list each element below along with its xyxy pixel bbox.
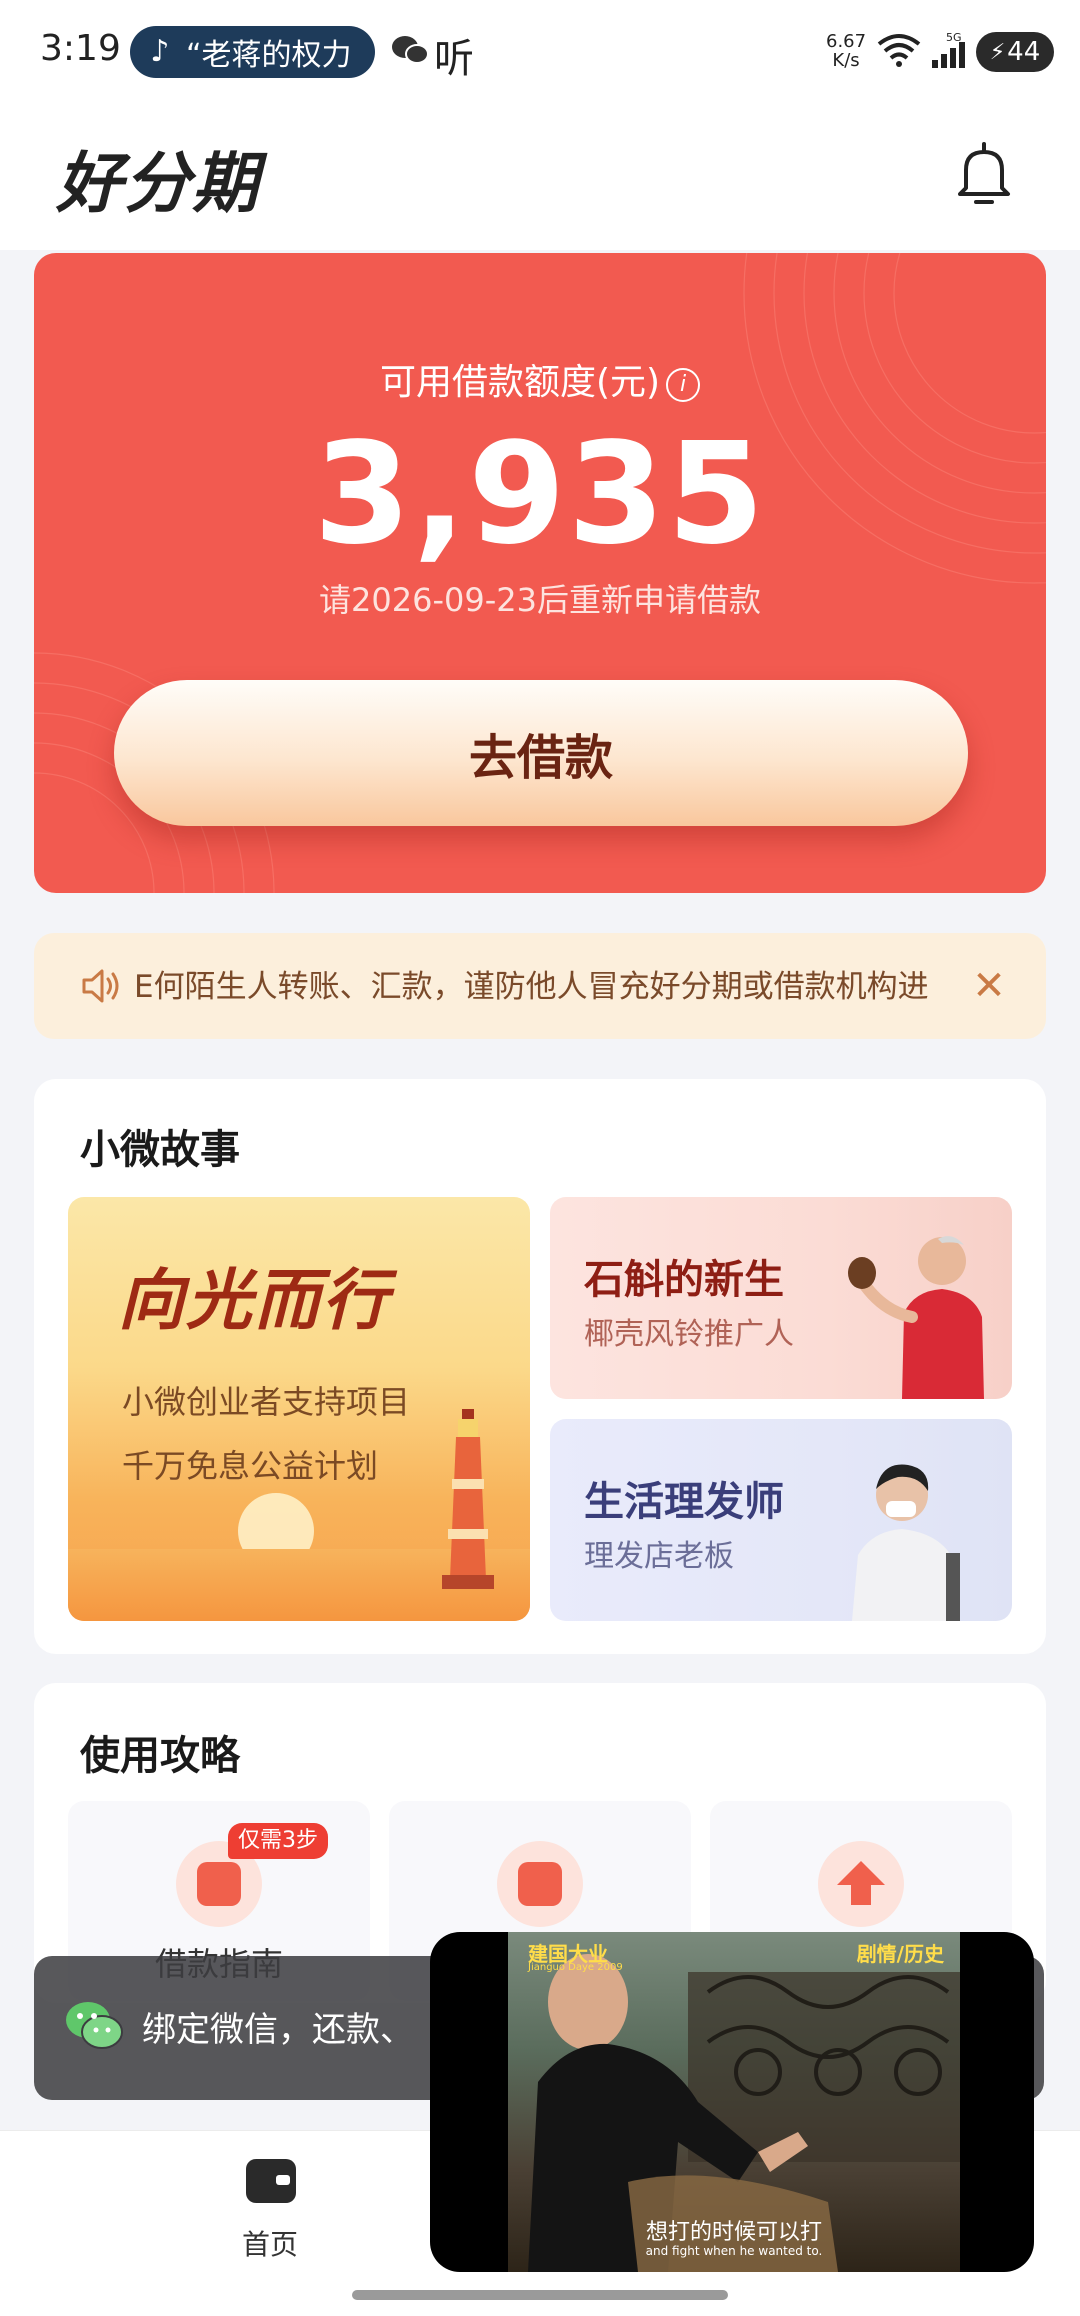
story-subtitle: 理发店老板 bbox=[584, 1539, 734, 1574]
fraud-notice-banner: E何陌生人转账、汇款，谨防他人冒充好分期或借款机构进 ✕ bbox=[34, 933, 1046, 1039]
video-subtitle-cn: 想打的时候可以打 bbox=[645, 2220, 822, 2245]
story-title: 生活理发师 bbox=[584, 1479, 784, 1525]
wechat-icon bbox=[392, 36, 429, 64]
person-photo bbox=[848, 1236, 984, 1399]
arrow-up-icon bbox=[818, 1841, 904, 1927]
story-card-main[interactable]: 向光而行 小微创业者支持项目 千万免息公益计划 bbox=[68, 1197, 530, 1621]
story-subtitle: 椰壳风铃推广人 bbox=[584, 1317, 794, 1352]
info-icon[interactable]: i bbox=[666, 368, 701, 402]
reapply-note: 请2026-09-23后重新申请借款 bbox=[319, 581, 761, 619]
story-card-dendrobium[interactable]: 石斛的新生 椰壳风铃推广人 bbox=[550, 1197, 1012, 1399]
charging-icon: ⚡ bbox=[989, 39, 1006, 65]
section-title: 使用攻略 bbox=[80, 1733, 240, 1779]
video-subtitle-en: and fight when he wanted to. bbox=[645, 2244, 823, 2258]
borrow-button[interactable]: 去借款 bbox=[114, 680, 968, 826]
credit-amount: 3,935 bbox=[313, 413, 767, 576]
listen-app-label: 听 bbox=[434, 36, 474, 82]
close-icon[interactable]: ✕ bbox=[964, 961, 1014, 1011]
battery-indicator: ⚡ 44 bbox=[976, 32, 1054, 72]
wallet-icon bbox=[497, 1841, 583, 1927]
bell-icon[interactable] bbox=[954, 140, 1014, 208]
app-logo: 好分期 bbox=[56, 144, 260, 222]
wallet-home-icon[interactable] bbox=[246, 2159, 296, 2203]
notification-text: “老蒋的权力 bbox=[186, 38, 352, 73]
story-main-line2: 千万免息公益计划 bbox=[122, 1447, 379, 1485]
battery-level: 44 bbox=[1007, 37, 1041, 67]
video-frame[interactable]: 建国大业 Jianguo Daye 2009 剧情/历史 想打的时候可以打 an… bbox=[508, 1932, 960, 2272]
tiktok-notification-pill[interactable]: ♪ “老蒋的权力 bbox=[130, 26, 375, 78]
credit-card: 可用借款额度(元) i 3,935 请2026-09-23后重新申请借款 去借款 bbox=[34, 253, 1046, 893]
story-title: 石斛的新生 bbox=[584, 1257, 784, 1303]
speaker-icon bbox=[82, 969, 119, 1003]
story-main-line1: 小微创业者支持项目 bbox=[122, 1383, 411, 1421]
story-main-title: 向光而行 bbox=[118, 1261, 390, 1339]
arrow-up-shape bbox=[837, 1861, 885, 1905]
lighthouse-graphic bbox=[442, 1409, 494, 1589]
floating-video-player[interactable]: 建国大业 Jianguo Daye 2009 剧情/历史 想打的时候可以打 an… bbox=[430, 1932, 1034, 2272]
net-speed-unit: K/s bbox=[832, 50, 860, 71]
status-time: 3:19 bbox=[40, 28, 121, 69]
notice-text: E何陌生人转账、汇款，谨防他人冒充好分期或借款机构进 bbox=[134, 969, 929, 1005]
net-speed-value: 6.67 bbox=[826, 31, 867, 52]
nav-home-label[interactable]: 首页 bbox=[220, 2223, 320, 2263]
credit-label: 可用借款额度(元) i bbox=[34, 353, 1046, 405]
story-card-barber[interactable]: 生活理发师 理发店老板 bbox=[550, 1419, 1012, 1621]
wifi-icon bbox=[877, 34, 921, 67]
signal-icon: 5G bbox=[932, 31, 965, 68]
steps-badge: 仅需3步 bbox=[228, 1823, 328, 1859]
net-speed: 6.67 K/s bbox=[826, 32, 866, 70]
wechat-icon bbox=[66, 2002, 123, 2049]
stories-section: 小微故事 向光而行 小微创业者支持项目 千万免息公益计划 石斛的新生 椰壳风铃推… bbox=[34, 1079, 1046, 1654]
tiktok-icon: ♪ bbox=[150, 34, 170, 69]
section-title: 小微故事 bbox=[80, 1127, 240, 1173]
toast-text: 绑定微信，还款、 bbox=[142, 2010, 414, 2050]
video-title-sub: Jianguo Daye 2009 bbox=[528, 1962, 623, 1973]
video-genre-tag: 剧情/历史 bbox=[856, 1942, 944, 1966]
gesture-bar[interactable] bbox=[352, 2290, 728, 2300]
person-photo bbox=[852, 1464, 960, 1621]
credit-label-text: 可用借款额度(元) bbox=[379, 362, 661, 403]
